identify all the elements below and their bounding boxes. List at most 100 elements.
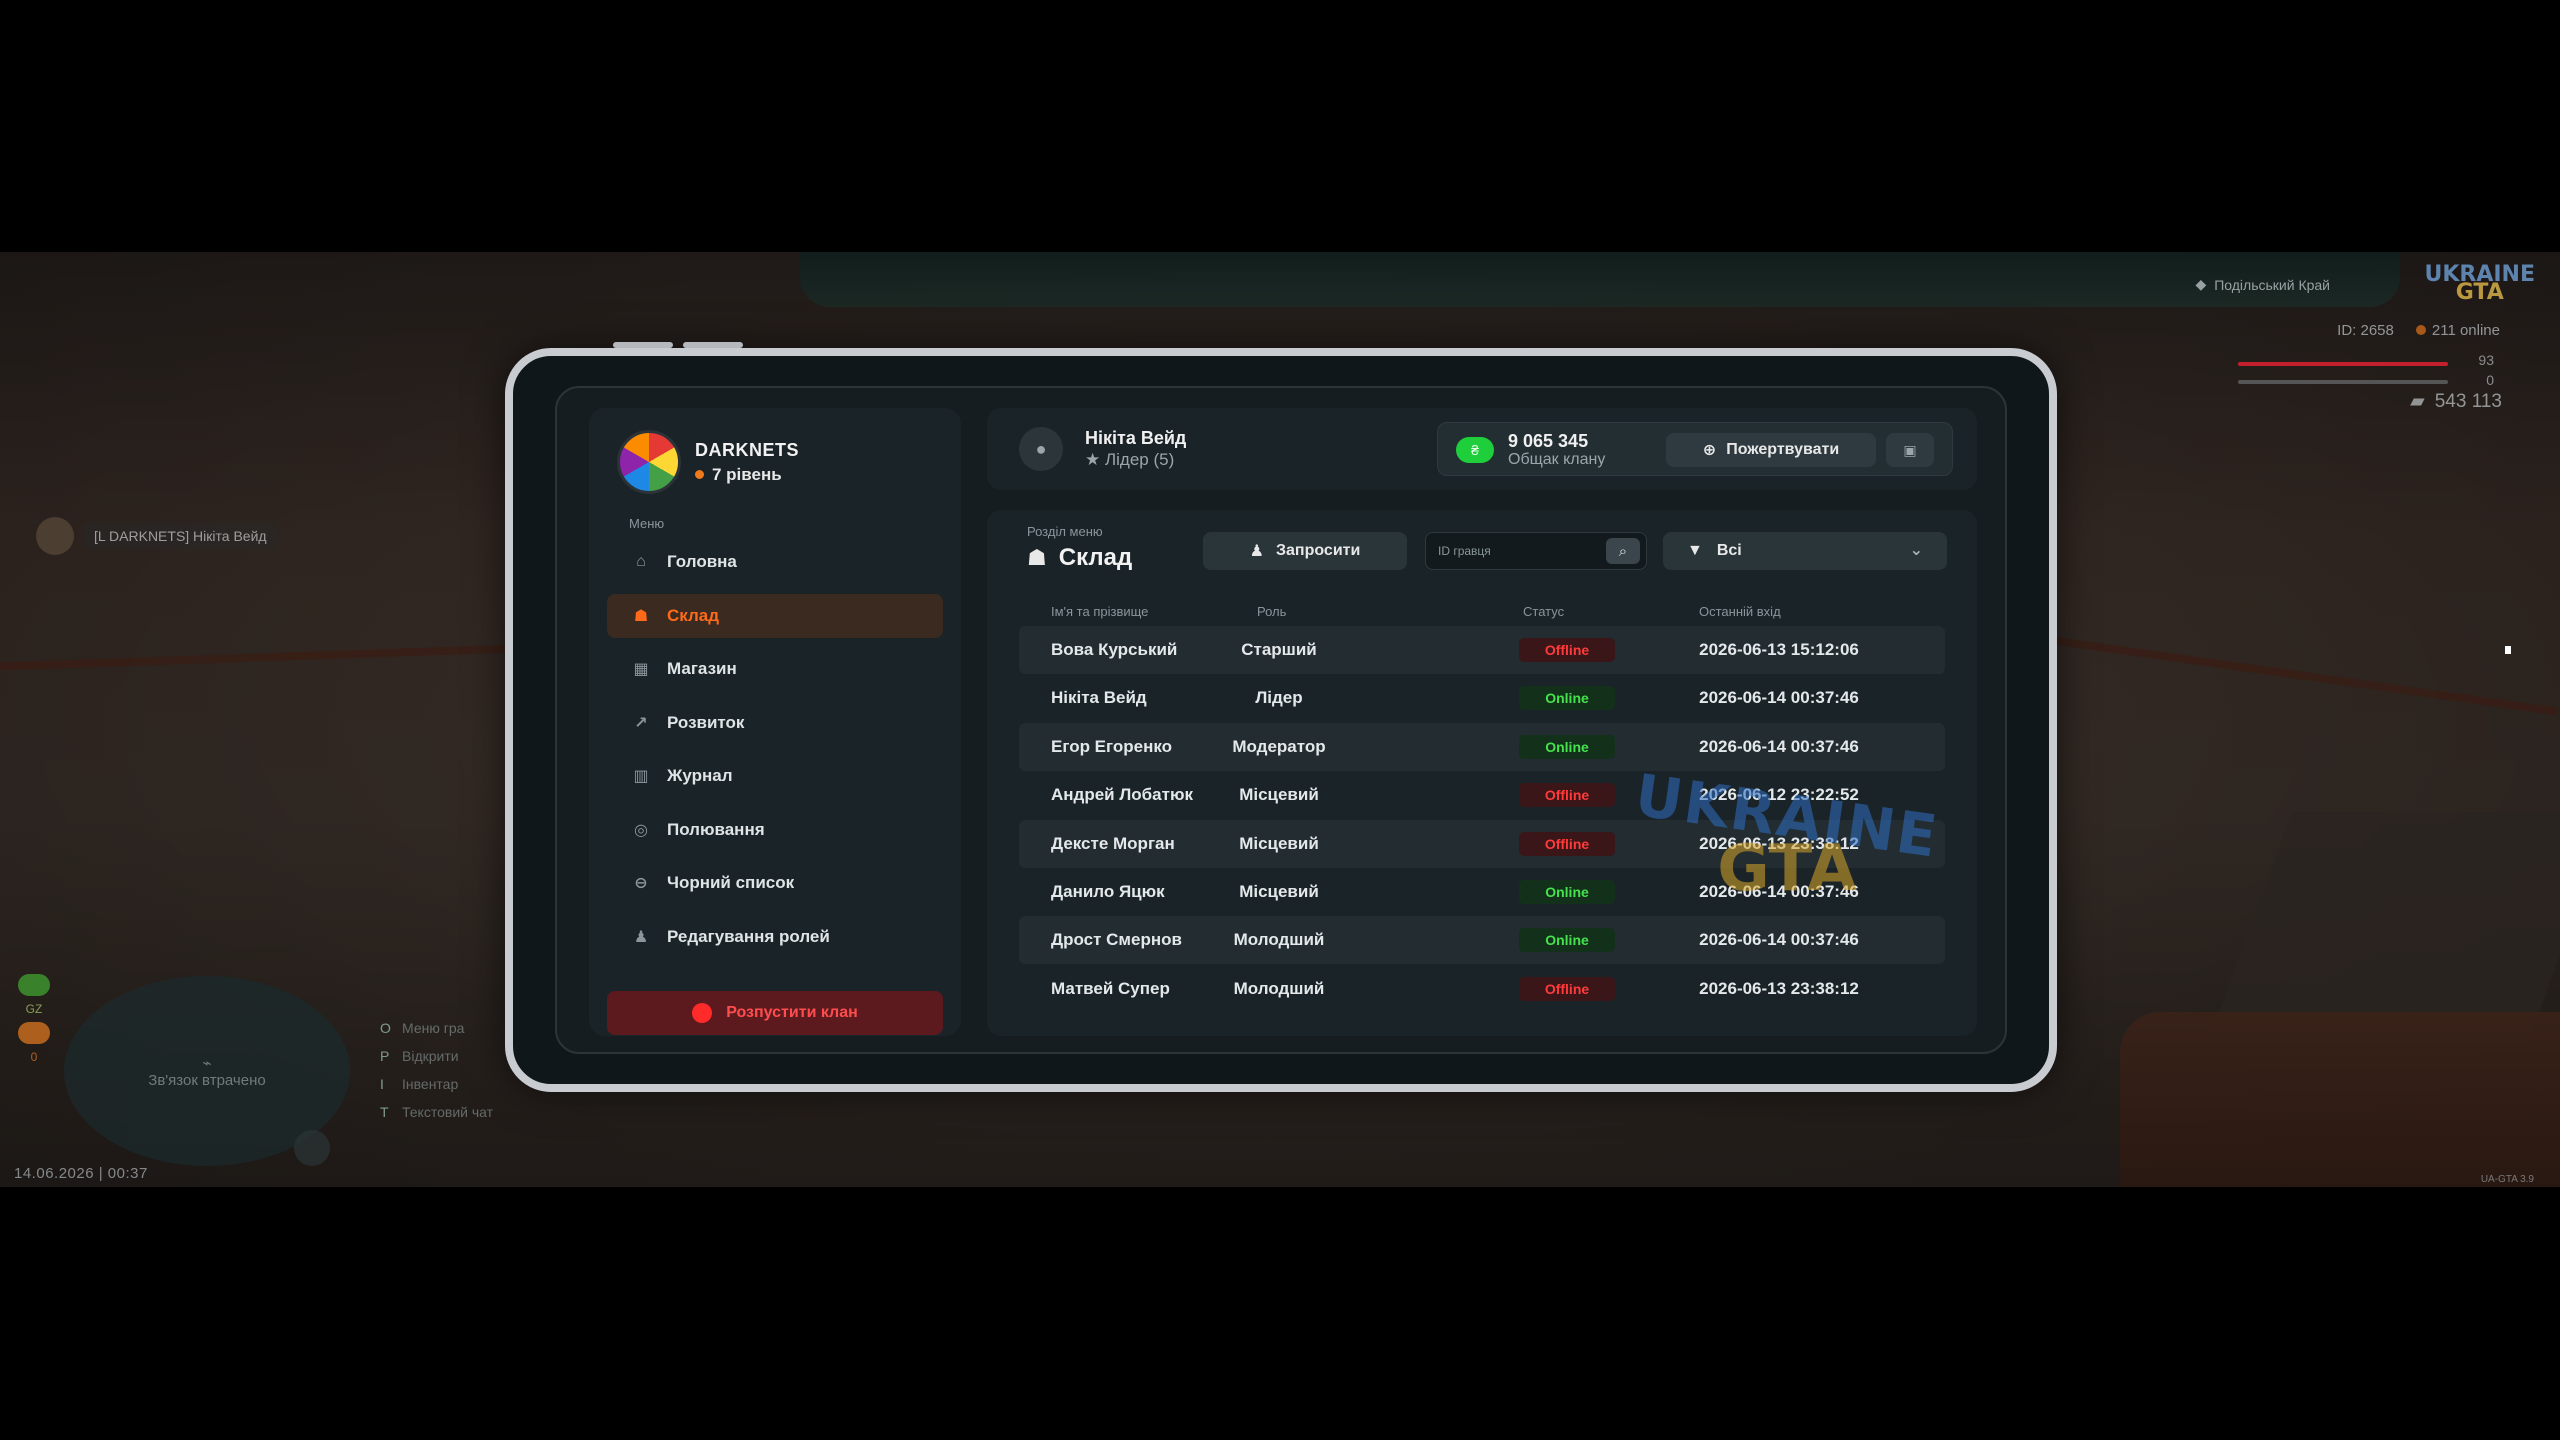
- clan-level: 7 рівень: [695, 465, 799, 485]
- section-title: ☗ Склад: [1027, 544, 1133, 571]
- clan-bank: ₴ 9 065 345 Общак клану ⊕ Пожертвувати ▣: [1437, 422, 1953, 476]
- member-name: Нікіта Вейд: [1051, 688, 1147, 708]
- invite-button[interactable]: ♟ Запросити: [1203, 532, 1407, 570]
- member-role: Місцевий: [1239, 785, 1319, 805]
- member-role: Старший: [1241, 640, 1317, 659]
- member-last-login: 2026-06-14 00:37:46: [1699, 736, 1859, 756]
- table-row[interactable]: Вова Курський Старший Offline 2026-06-13 15…: [1019, 626, 1945, 674]
- member-role: Лідер: [1255, 688, 1303, 708]
- members-panel: Розділ меню ☗ Склад ♟ Запросити ⌕ ▼ Всі …: [987, 510, 1977, 1036]
- user-avatar-icon: ●: [1019, 427, 1063, 471]
- game-version: UA-GTA 3.9: [2480, 1174, 2534, 1185]
- bank-amount: 9 065 345: [1508, 431, 1589, 451]
- donate-button[interactable]: ⊕ Пожертвувати: [1666, 433, 1876, 467]
- key-hint: T Текстовий чат: [380, 1104, 494, 1120]
- armor-value: 0: [2486, 372, 2494, 388]
- member-role: Молодший: [1233, 930, 1325, 950]
- search-icon: ⌕: [1618, 542, 1628, 560]
- player-avatar: [36, 517, 74, 555]
- member-last-login: 2026-06-14 00:37:46: [1699, 930, 1859, 950]
- member-name: Данило Яцюк: [1051, 881, 1165, 901]
- member-role: Місцевий: [1239, 833, 1319, 853]
- hud-region: ◆ Подільський Край: [2195, 276, 2330, 293]
- status-filter-dropdown[interactable]: ▼ Всі ⌄: [1663, 532, 1947, 570]
- online-dot-icon: [2415, 325, 2426, 335]
- member-last-login: 2026-06-13 15:12:06: [1699, 640, 1859, 659]
- search-button[interactable]: ⌕: [1606, 538, 1640, 564]
- player-id-input[interactable]: [1438, 541, 1588, 561]
- status-badge: Online: [1519, 686, 1615, 711]
- status-badge: Offline: [1519, 831, 1615, 856]
- table-row[interactable]: Дексте Морган Місцевий Offline 2026-06-13 2…: [1019, 819, 1945, 868]
- table-row[interactable]: Нікіта Вейд Лідер Online 2026-06-14 00:37:4…: [1019, 674, 1945, 722]
- sidebar-item-blacklist[interactable]: ⊖ Чорний список: [607, 861, 943, 905]
- sidebar-item-shop[interactable]: ▦ Магазин: [607, 647, 943, 691]
- home-icon: ⌂: [636, 553, 646, 570]
- member-last-login: 2026-06-13 23:38:12: [1699, 978, 1859, 998]
- sidebar-item-warehouse[interactable]: ☗ Склад: [607, 593, 943, 638]
- filter-icon: ▼: [1687, 542, 1703, 559]
- disband-icon: [692, 1003, 713, 1023]
- member-last-login: 2026-06-14 00:37:46: [1699, 881, 1859, 901]
- plus-circle-icon: ⊕: [1702, 442, 1717, 459]
- sidebar: DARKNETS 7 рівень Меню ⌂ Головна ☗ Склад ▦…: [589, 408, 961, 1036]
- column-header-name: Ім'я та прізвище: [1051, 604, 1149, 619]
- player-chat-tag: [L DARKNETS] Нікіта Вейд: [36, 517, 277, 555]
- sidebar-item-role-editing[interactable]: ♟ Редагування ролей: [607, 915, 943, 959]
- cash-icon: ▰: [2410, 391, 2425, 412]
- status-badge: Offline: [1519, 638, 1615, 662]
- minimap-status: Зв'язок втрачено: [148, 1071, 266, 1089]
- status-badge: Online: [1519, 928, 1615, 953]
- wallet-button[interactable]: ▣: [1886, 433, 1934, 467]
- microphone-icon: [294, 1130, 330, 1166]
- member-role: Місцевий: [1239, 881, 1319, 901]
- clan-header: DARKNETS 7 рівень: [617, 430, 799, 494]
- member-name: Матвей Супер: [1051, 978, 1170, 998]
- table-row[interactable]: Егор Егоренко Модератор Online 2026-06-14 0…: [1019, 722, 1945, 771]
- column-header-status: Статус: [1523, 604, 1565, 619]
- tablet-button: [613, 342, 673, 348]
- clan-name: DARKNETS: [695, 439, 800, 460]
- member-name: Вова Курський: [1051, 640, 1178, 659]
- table-row[interactable]: Данило Яцюк Місцевий Online 2026-06-14 00:3…: [1019, 868, 1945, 916]
- section-caption: Розділ меню: [1027, 524, 1103, 539]
- key-hint: P Відкрити: [380, 1048, 459, 1064]
- table-row[interactable]: Матвей Супер Молодший Offline 2026-06-13 23…: [1019, 965, 1945, 1013]
- sidebar-item-home[interactable]: ⌂ Головна: [607, 540, 943, 584]
- menu-caption: Меню: [629, 516, 665, 531]
- members-icon: ☗: [633, 607, 649, 625]
- member-name: Дексте Морган: [1051, 833, 1175, 853]
- gz-alert-icon: [18, 1022, 50, 1044]
- map-pin-icon: ◆: [2195, 276, 2207, 292]
- table-row[interactable]: Дрост Смернов Молодший Online 2026-06-14 00…: [1019, 916, 1945, 965]
- chat-tag-text: [L DARKNETS] Нікіта Вейд: [84, 523, 277, 549]
- member-last-login: 2026-06-12 23:22:52: [1699, 785, 1859, 805]
- status-badge: Online: [1519, 734, 1615, 759]
- member-name: Андрей Лобатюк: [1051, 785, 1193, 805]
- chart-icon: ↗: [634, 714, 648, 732]
- key-hints: O Меню гра P Відкрити I Інвентар T Текстовий…: [380, 1014, 493, 1126]
- target-icon: ◎: [634, 821, 648, 839]
- bank-label: Общак клану: [1508, 451, 1606, 468]
- status-badge: Offline: [1519, 783, 1615, 808]
- clan-logo: [617, 430, 681, 494]
- sidebar-item-hunting[interactable]: ◎ Полювання: [607, 808, 943, 852]
- table-header: Ім'я та прізвище Роль Статус Останній вх…: [1019, 604, 1945, 624]
- sidebar-item-journal[interactable]: ▥ Журнал: [607, 754, 943, 798]
- money-value: 543 113: [2434, 390, 2502, 412]
- health-bar: [2238, 362, 2448, 366]
- money-coin-icon: ₴: [1456, 437, 1494, 463]
- shop-basket-icon: ▦: [633, 661, 649, 678]
- sidebar-item-development[interactable]: ↗ Розвиток: [607, 701, 943, 745]
- disband-clan-button[interactable]: Розпустити клан: [607, 991, 943, 1035]
- column-header-last-login: Останній вхід: [1699, 604, 1781, 619]
- user-role: ★ Лідер (5): [1085, 450, 1175, 469]
- block-icon: ⊖: [634, 875, 648, 892]
- scene-floor-edge: [2051, 636, 2559, 716]
- members-icon: ☗: [1027, 545, 1047, 570]
- table-row[interactable]: Андрей Лобатюк Місцевий Offline 2026-06-12 …: [1019, 771, 1945, 819]
- clan-tablet: DARKNETS 7 рівень Меню ⌂ Головна ☗ Склад ▦…: [505, 342, 2057, 1092]
- user-name: Нікіта Вейд: [1085, 428, 1187, 448]
- member-last-login: 2026-06-13 23:38:12: [1699, 833, 1859, 853]
- armor-bar: [2238, 380, 2448, 384]
